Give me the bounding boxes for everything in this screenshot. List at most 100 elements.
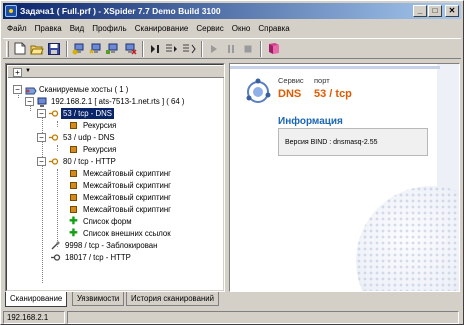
info-plus-icon: ✚	[69, 227, 78, 239]
service-key-icon	[49, 133, 59, 142]
collapse-toggle[interactable]: −	[37, 108, 46, 118]
save-icon[interactable]	[46, 41, 62, 57]
tree-host-label: 192.168.2.1 [ ats-7513-1.net.rts ] ( 64 …	[51, 96, 185, 106]
tree-item-service[interactable]: − 53 / tcp - DNS	[37, 106, 115, 120]
minimize-button[interactable]: _	[413, 5, 427, 17]
host-computer-icon	[37, 97, 47, 107]
play-icon[interactable]	[206, 41, 222, 57]
status-message	[67, 311, 459, 324]
toolbar-separator	[66, 40, 68, 57]
tab-vulnerabilities[interactable]: Уязвимости	[72, 292, 125, 306]
collapse-toggle[interactable]: −	[37, 156, 46, 166]
globe-watermark	[356, 186, 459, 291]
tree-view[interactable]: + ▼ − Сканируемые хосты ( 1 ) − 192.168.…	[6, 64, 224, 291]
service-key-icon	[51, 253, 61, 262]
tab-scan-history[interactable]: История сканирований	[126, 292, 219, 306]
tab-scanning[interactable]: Сканирование	[5, 292, 68, 307]
scan-list-icon[interactable]	[181, 41, 197, 57]
chevron-down-icon[interactable]: ▼	[25, 68, 31, 74]
vulnerability-icon	[70, 181, 77, 189]
maximize-button[interactable]: □	[428, 5, 442, 17]
service-key-icon	[49, 109, 59, 118]
tree-item-label: Межсайтовый скриптинг	[83, 192, 172, 202]
open-folder-icon[interactable]	[29, 41, 45, 57]
import-hosts-icon[interactable]	[105, 41, 121, 57]
tree-item-label: 18017 / tcp - HTTP	[65, 252, 131, 262]
tree-item-vulnerability[interactable]: Межсайтовый скриптинг	[69, 191, 173, 203]
tree-item-info[interactable]: ✚ Список форм	[69, 215, 134, 227]
close-button[interactable]: ✕	[445, 5, 459, 17]
tree-item-label: Список внешних ссылок	[83, 228, 171, 238]
tree-root-scanned-hosts[interactable]: − Сканируемые хосты ( 1 )	[13, 83, 130, 95]
menu-window[interactable]: Окно	[228, 24, 255, 33]
vulnerability-icon	[70, 169, 77, 177]
tree-root-label: Сканируемые хосты ( 1 )	[39, 84, 129, 94]
bottom-tabs: Сканирование Уязвимости История сканиров…	[5, 292, 460, 307]
tree-item-service[interactable]: − 53 / udp - DNS	[37, 131, 117, 143]
tree-item-vulnerability[interactable]: Межсайтовый скриптинг	[69, 179, 173, 191]
pause-icon[interactable]	[223, 41, 239, 57]
scan-selected-icon[interactable]	[164, 41, 180, 57]
remove-host-icon[interactable]	[122, 41, 138, 57]
tree-connector	[57, 121, 58, 127]
title-bar[interactable]: Задача1 ( Full.prf ) - XSpider 7.7 Demo …	[3, 3, 461, 19]
tree-item-label: 80 / tcp - HTTP	[63, 156, 116, 166]
start-scan-icon[interactable]	[147, 41, 163, 57]
menu-scan[interactable]: Сканирование	[131, 24, 193, 33]
hosts-root-icon	[25, 85, 37, 94]
new-document-icon[interactable]	[12, 41, 28, 57]
tree-item-vulnerability[interactable]: Межсайтовый скриптинг	[69, 167, 173, 179]
detail-panel: Сервис порт DNS 53 / tcp Информация Верс…	[229, 63, 460, 292]
tree-item-label: Межсайтовый скриптинг	[83, 168, 172, 178]
menu-service[interactable]: Сервис	[192, 24, 227, 33]
vulnerability-icon	[70, 121, 77, 129]
tree-item-info[interactable]: ✚ Список внешних ссылок	[69, 227, 173, 239]
menu-profile[interactable]: Профиль	[88, 24, 131, 33]
port-value: 53 / tcp	[314, 88, 352, 100]
toolbar-separator	[201, 40, 203, 57]
menu-help[interactable]: Справка	[254, 24, 293, 33]
info-box: Версия BIND : dnsmasq-2.55	[278, 128, 428, 156]
expand-all-button[interactable]: +	[13, 68, 22, 77]
tree-item-label: Межсайтовый скриптинг	[83, 180, 172, 190]
add-host-icon[interactable]	[71, 41, 87, 57]
info-plus-icon: ✚	[69, 215, 78, 227]
toolbar	[3, 38, 461, 59]
tree-item-label: Рекурсия	[83, 144, 117, 154]
app-icon	[5, 5, 17, 17]
tree-item-vulnerability[interactable]: Рекурсия	[69, 119, 118, 131]
status-host: 192.168.2.1	[3, 311, 65, 324]
toolbar-separator	[260, 40, 262, 57]
tree-item-label: 9998 / tcp - Заблокирован	[65, 240, 158, 250]
menu-bar: Файл Правка Вид Профиль Сканирование Сер…	[3, 20, 461, 37]
add-host-range-icon[interactable]	[88, 41, 104, 57]
window-title: Задача1 ( Full.prf ) - XSpider 7.7 Demo …	[20, 6, 221, 16]
tree-host-node[interactable]: − 192.168.2.1 [ ats-7513-1.net.rts ] ( 6…	[25, 95, 187, 107]
tree-item-service[interactable]: 18017 / tcp - HTTP	[51, 251, 133, 263]
tree-item-label: Межсайтовый скриптинг	[83, 204, 172, 214]
tree-item-service[interactable]: − 80 / tcp - HTTP	[37, 155, 118, 167]
info-heading: Информация	[278, 116, 343, 127]
tree-item-label: 53 / tcp - DNS	[60, 106, 115, 120]
tree-header: + ▼	[8, 66, 224, 78]
tree-item-vulnerability[interactable]: Рекурсия	[69, 143, 118, 155]
tree-item-vulnerability[interactable]: Межсайтовый скриптинг	[69, 203, 173, 215]
menu-view[interactable]: Вид	[66, 24, 88, 33]
toolbar-separator	[142, 40, 144, 57]
stop-icon[interactable]	[240, 41, 256, 57]
tree-connector	[57, 145, 58, 151]
collapse-toggle[interactable]: −	[13, 84, 22, 94]
blocked-port-icon	[51, 241, 60, 250]
tree-item-blocked-port[interactable]: 9998 / tcp - Заблокирован	[51, 239, 159, 251]
main-window: Задача1 ( Full.prf ) - XSpider 7.7 Demo …	[0, 0, 464, 325]
tree-connector	[57, 169, 58, 247]
host-tree-panel: + ▼ − Сканируемые хосты ( 1 ) − 192.168.…	[5, 63, 225, 292]
status-bar: 192.168.2.1	[3, 310, 461, 324]
collapse-toggle[interactable]: −	[37, 132, 46, 142]
toolbar-grip[interactable]	[6, 40, 9, 57]
vulnerability-icon	[70, 205, 77, 213]
menu-edit[interactable]: Правка	[31, 24, 66, 33]
menu-file[interactable]: Файл	[3, 24, 31, 33]
collapse-toggle[interactable]: −	[25, 96, 34, 106]
report-book-icon[interactable]	[265, 41, 281, 57]
